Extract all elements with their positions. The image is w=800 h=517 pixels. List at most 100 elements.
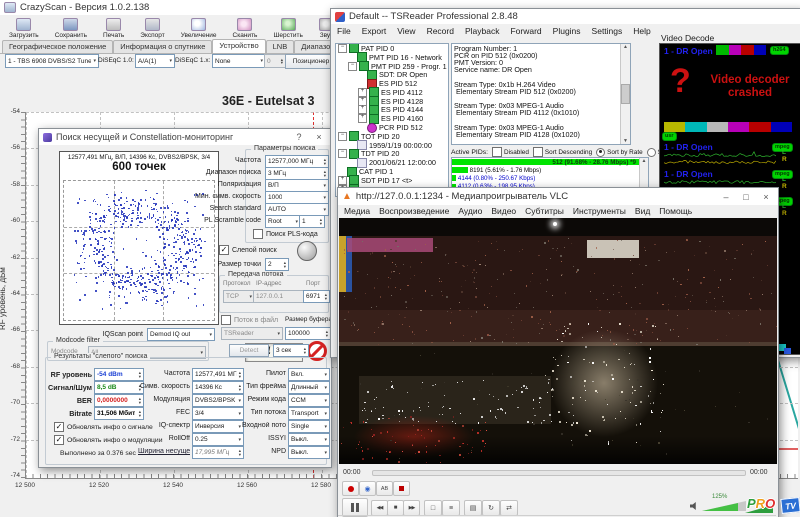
result-Частота[interactable]: 12577,491 МГц▴▾: [192, 368, 244, 381]
expand-toggle[interactable]: +: [338, 176, 347, 185]
tree-item[interactable]: −PAT PID 0: [336, 44, 448, 53]
expand-toggle[interactable]: −: [338, 132, 347, 141]
file-target-select[interactable]: TSReader▾: [221, 327, 283, 340]
result-NPD[interactable]: Выкл.▾: [288, 446, 330, 459]
pids-checkbox-disabled[interactable]: Disabled: [492, 147, 529, 157]
detect-interval-stepper[interactable]: 3 сек▴▾: [273, 344, 309, 357]
pids-checkbox-sort-descending[interactable]: Sort Descending: [533, 147, 592, 157]
tree-item[interactable]: ES PID 512: [336, 79, 448, 88]
blind-search-checkbox[interactable]: ✓Слепой поиск: [219, 245, 277, 255]
menu-record[interactable]: Record: [427, 26, 454, 36]
maximize-icon[interactable]: □: [738, 191, 754, 203]
vlc-menu-помощь[interactable]: Помощь: [659, 206, 692, 216]
details-pane[interactable]: Program Number: 1PCR on PID 512 (0x0200)…: [451, 43, 631, 145]
volume-icon[interactable]: [690, 502, 698, 510]
vlc-menu-субтитры[interactable]: Субтитры: [525, 206, 564, 216]
ip-field[interactable]: 127.0.0.1: [253, 290, 305, 303]
pls-search-checkbox[interactable]: Поиск PLS-кода: [253, 229, 318, 239]
position-stepper[interactable]: 0 ▴▾: [264, 54, 286, 68]
vlc-menu-воспроизведение[interactable]: Воспроизведение: [379, 206, 449, 216]
update-info-checkbox[interactable]: ✓Обновлять инфо о модуляции: [54, 435, 163, 445]
zoom-button[interactable]: Увеличение: [174, 16, 224, 40]
result-Входной поток[interactable]: Single▾: [288, 420, 330, 433]
tree-item[interactable]: −TDT PID 20: [336, 150, 448, 159]
tab-lnb[interactable]: LNB: [266, 40, 295, 53]
diseqc1x-select[interactable]: None▾: [212, 54, 266, 68]
menu-plugins[interactable]: Plugins: [553, 26, 581, 36]
previous-button[interactable]: ◀◀: [371, 500, 388, 516]
frame-button[interactable]: [393, 481, 410, 496]
result-Тип потока[interactable]: Transport▾: [288, 407, 330, 420]
dialog-titlebar[interactable]: Поиск несущей и Constellation-мониторинг…: [39, 129, 331, 145]
minimize-icon[interactable]: –: [718, 191, 734, 203]
tab-устройство[interactable]: Устройство: [212, 39, 265, 53]
record-button[interactable]: [342, 481, 359, 496]
update-info-checkbox[interactable]: ✓Обновлять инфо о сигнале: [54, 422, 153, 432]
protocol-select[interactable]: TCP▾: [223, 290, 255, 303]
menu-view[interactable]: View: [397, 26, 415, 36]
stop-button[interactable]: ■: [387, 500, 404, 516]
next-button[interactable]: ▶▶: [403, 500, 420, 516]
expand-toggle[interactable]: +: [358, 105, 367, 114]
param-5-combo[interactable]: Root▾: [265, 215, 301, 228]
dot-size-stepper[interactable]: 2▴▾: [265, 258, 289, 271]
menu-settings[interactable]: Settings: [592, 26, 623, 36]
vlc-menu-видео[interactable]: Видео: [491, 206, 516, 216]
expand-toggle[interactable]: −: [338, 44, 347, 53]
detect-button[interactable]: Detect: [229, 344, 269, 357]
result-RollOff[interactable]: 0.25▾: [192, 433, 244, 446]
tree-item[interactable]: +ES PID 4160: [336, 114, 448, 123]
playlist-button[interactable]: ▤: [464, 500, 482, 516]
result-Модуляция[interactable]: DVBS2/BPSK▾: [192, 394, 244, 407]
tree-item[interactable]: −PMT PID 259 - Progr. 1: [336, 62, 448, 71]
scan-button[interactable]: Сканить: [226, 16, 265, 40]
vlc-titlebar[interactable]: ▲ http://127.0.0.1:1234 - Медиапроигрыва…: [338, 188, 778, 205]
menu-export[interactable]: Export: [362, 26, 387, 36]
result-Режим кода[interactable]: CCM▾: [288, 394, 330, 407]
open-button[interactable]: Загрузить: [2, 16, 46, 40]
pid-tree[interactable]: −PAT PID 0PMT PID 16 - Network−PMT PID 2…: [335, 43, 449, 197]
seek-bar[interactable]: [372, 470, 746, 476]
menu-help[interactable]: Help: [633, 26, 650, 36]
loop-ab-button[interactable]: AB: [376, 481, 393, 496]
expand-toggle[interactable]: +: [358, 97, 367, 106]
snapshot-button[interactable]: ◉: [359, 481, 376, 496]
buffer-stepper[interactable]: 100000▴▾: [285, 327, 331, 340]
result-Симв. скорость[interactable]: 14396 Кс▴▾: [192, 381, 244, 394]
pid-row[interactable]: 512 (91.68% - 28.76 Mbps) *9: [452, 158, 648, 166]
export-button[interactable]: Экспорт: [133, 16, 171, 40]
result-Тип фрейма[interactable]: Длинный▾: [288, 381, 330, 394]
tab-информация-о-спутнике[interactable]: Информация о спутнике: [113, 40, 212, 53]
close-icon[interactable]: ×: [311, 131, 327, 143]
vlc-menu-аудио[interactable]: Аудио: [458, 206, 482, 216]
tsreader-titlebar[interactable]: Default -- TSReader Professional 2.8.48: [331, 9, 800, 24]
menu-file[interactable]: File: [337, 26, 351, 36]
expand-toggle[interactable]: −: [338, 149, 347, 158]
print-button[interactable]: Печать: [96, 16, 131, 40]
fullscreen-button[interactable]: □: [424, 500, 442, 516]
loop-button[interactable]: ↻: [482, 500, 500, 516]
tree-item[interactable]: +ES PID 4112: [336, 88, 448, 97]
vlc-menu-вид[interactable]: Вид: [635, 206, 650, 216]
menu-forward[interactable]: Forward: [510, 26, 541, 36]
tab-географическое-положение[interactable]: Географическое положение: [2, 40, 113, 53]
tree-item[interactable]: PMT PID 16 - Network: [336, 53, 448, 62]
tuner-select[interactable]: 1 - TBS 6908 DVBS/S2 Tuner 1▾: [5, 54, 99, 68]
expand-toggle[interactable]: −: [348, 62, 357, 71]
param-5-stepper[interactable]: 1▴▾: [299, 215, 325, 228]
expand-toggle[interactable]: +: [358, 114, 367, 123]
tree-item[interactable]: +ES PID 4144: [336, 106, 448, 115]
extended-settings-button[interactable]: ≡: [442, 500, 460, 516]
menu-playback[interactable]: Playback: [465, 26, 500, 36]
result-FEC[interactable]: 3/4▾: [192, 407, 244, 420]
diseqc10-select[interactable]: A/A(1)▾: [135, 54, 175, 68]
pid-row[interactable]: 4144 (0.80% - 250.67 Kbps): [452, 174, 648, 182]
vlc-menu-медиа[interactable]: Медиа: [344, 206, 370, 216]
help-button[interactable]: ?: [291, 131, 307, 143]
pids-radio-sort-by-rate[interactable]: Sort by Rate: [596, 148, 643, 157]
pid-row[interactable]: 8191 (5.61% - 1.76 Mbps): [452, 166, 648, 174]
tree-item[interactable]: −TOT PID 20: [336, 132, 448, 141]
details-scrollbar[interactable]: ▲▼: [620, 44, 630, 144]
result-ISSYI[interactable]: Выкл.▾: [288, 433, 330, 446]
result-Пилот[interactable]: Вкл.▾: [288, 368, 330, 381]
